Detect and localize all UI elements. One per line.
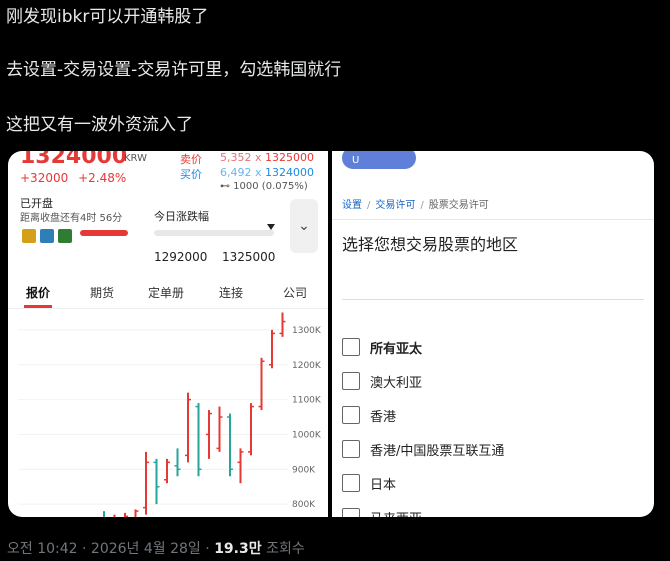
change-abs: +32000 [20, 171, 69, 185]
candle [134, 509, 139, 517]
active-tab-indicator [24, 305, 52, 308]
region-checkbox[interactable] [342, 338, 360, 356]
tweet-meta: 오전 10:42 · 2026년 4월 28일 · 19.3만 조회수 [7, 541, 305, 557]
account-badge[interactable]: U [342, 151, 416, 169]
candle [124, 512, 128, 517]
day-high: 1325000 [222, 250, 276, 264]
candle [164, 458, 170, 484]
breadcrumb-settings[interactable]: 设置 [342, 200, 362, 211]
price-chart[interactable]: 1300K 1200K 1100K 1000K 900K 800K [8, 309, 328, 517]
region-label: 日本 [370, 478, 397, 493]
candle [174, 448, 181, 477]
bid-price: 1324000 [265, 166, 314, 179]
y-tick-label: 1300K [292, 326, 322, 336]
region-checkbox[interactable] [342, 508, 360, 517]
region-checkbox[interactable] [342, 406, 360, 424]
day-range-fill [80, 230, 128, 236]
tweet-line: 去设置-交易设置-交易许可里，勾选韩国就行 [6, 60, 342, 80]
day-low: 1292000 [154, 250, 208, 264]
price-change: +32000 +2.48% [20, 171, 126, 185]
y-tick-label: 900K [292, 465, 316, 475]
region-checkbox[interactable] [342, 474, 360, 492]
y-tick-label: 1200K [292, 361, 322, 371]
breadcrumb-permissions[interactable]: 交易许可 [375, 200, 415, 211]
candle [153, 458, 160, 505]
region-label: 马来西亚 [370, 508, 422, 517]
bid-qty: 6,492 x [220, 166, 262, 179]
ask-price: 1325000 [265, 151, 314, 164]
last-price: 1324000 [20, 151, 128, 169]
region-checkbox[interactable] [342, 440, 360, 458]
bid-quote: 6,492 x 1324000 [220, 166, 314, 179]
candle [258, 357, 265, 411]
tweet-line: 刚发现ibkr可以开通韩股了 [6, 7, 209, 27]
spread: ⊷ 1000 (0.075%) [220, 181, 308, 192]
view-count: 19.3만 [214, 541, 262, 557]
y-tick-label: 800K [292, 500, 316, 510]
tweet-time[interactable]: 오전 10:42 [7, 541, 78, 557]
breadcrumb-current: 股票交易许可 [428, 200, 489, 211]
change-pct: +2.48% [78, 171, 127, 185]
tweet-media[interactable]: 1324000 KRW +32000 +2.48% 卖价 5,352 x 132… [8, 151, 654, 517]
y-tick-label: 1000K [292, 430, 322, 440]
candle [103, 511, 105, 517]
candle [279, 312, 286, 337]
candle [113, 514, 116, 517]
trend-icon [58, 229, 72, 243]
gold-icon [22, 229, 36, 243]
tab-company[interactable]: 公司 [283, 284, 307, 301]
y-tick-label: 1100K [292, 396, 322, 406]
ask-label: 卖价 [180, 153, 202, 166]
page-title: 选择您想交易股票的地区 [342, 235, 519, 254]
region-label: 澳大利亚 [370, 376, 423, 391]
tab-links[interactable]: 连接 [219, 284, 243, 301]
chevron-down-icon: ⌄ [298, 218, 310, 234]
close-countdown: 距离收盘还有4时 56分 [20, 213, 123, 224]
candle [143, 451, 149, 515]
tweet-date[interactable]: 2026년 4월 28일 [91, 541, 201, 557]
candle [195, 403, 202, 477]
view-label: 조회수 [266, 541, 305, 557]
candle [216, 406, 223, 452]
ask-qty: 5,352 x [220, 151, 262, 164]
tab-futures[interactable]: 期货 [90, 284, 114, 301]
quote-screenshot[interactable]: 1324000 KRW +32000 +2.48% 卖价 5,352 x 132… [8, 151, 328, 517]
bid-label: 买价 [180, 168, 202, 181]
day-range-marker [267, 224, 275, 230]
expand-button[interactable]: ⌄ [290, 199, 318, 253]
candle [248, 403, 254, 456]
tweet-line: 这把又有一波外资流入了 [6, 115, 193, 135]
region-checkbox[interactable] [342, 372, 360, 390]
permissions-screenshot[interactable]: U 设置 / 交易许可 / 股票交易许可 选择您想交易股票的地区 所有亚太澳大利亚香港香… [332, 151, 654, 517]
day-range-label: 今日涨跌幅 [154, 210, 209, 223]
candle [227, 413, 233, 477]
breadcrumb: 设置 / 交易许可 / 股票交易许可 [342, 200, 489, 211]
ask-quote: 5,352 x 1325000 [220, 151, 314, 164]
quote-tabs: 报价 期货 定单册 连接 公司 [8, 275, 328, 309]
chart-icon [40, 229, 54, 243]
candle [237, 448, 244, 484]
indicator-icons [22, 229, 72, 243]
region-label: 所有亚太 [370, 342, 423, 357]
region-label: 香港/中国股票互联互通 [370, 444, 505, 459]
currency: KRW [124, 153, 147, 164]
tab-quote[interactable]: 报价 [26, 284, 50, 301]
candle [185, 392, 191, 463]
day-range-bar [154, 230, 274, 236]
region-label: 香港 [370, 410, 397, 425]
tab-order-book[interactable]: 定单册 [148, 284, 184, 301]
candle [269, 329, 275, 369]
